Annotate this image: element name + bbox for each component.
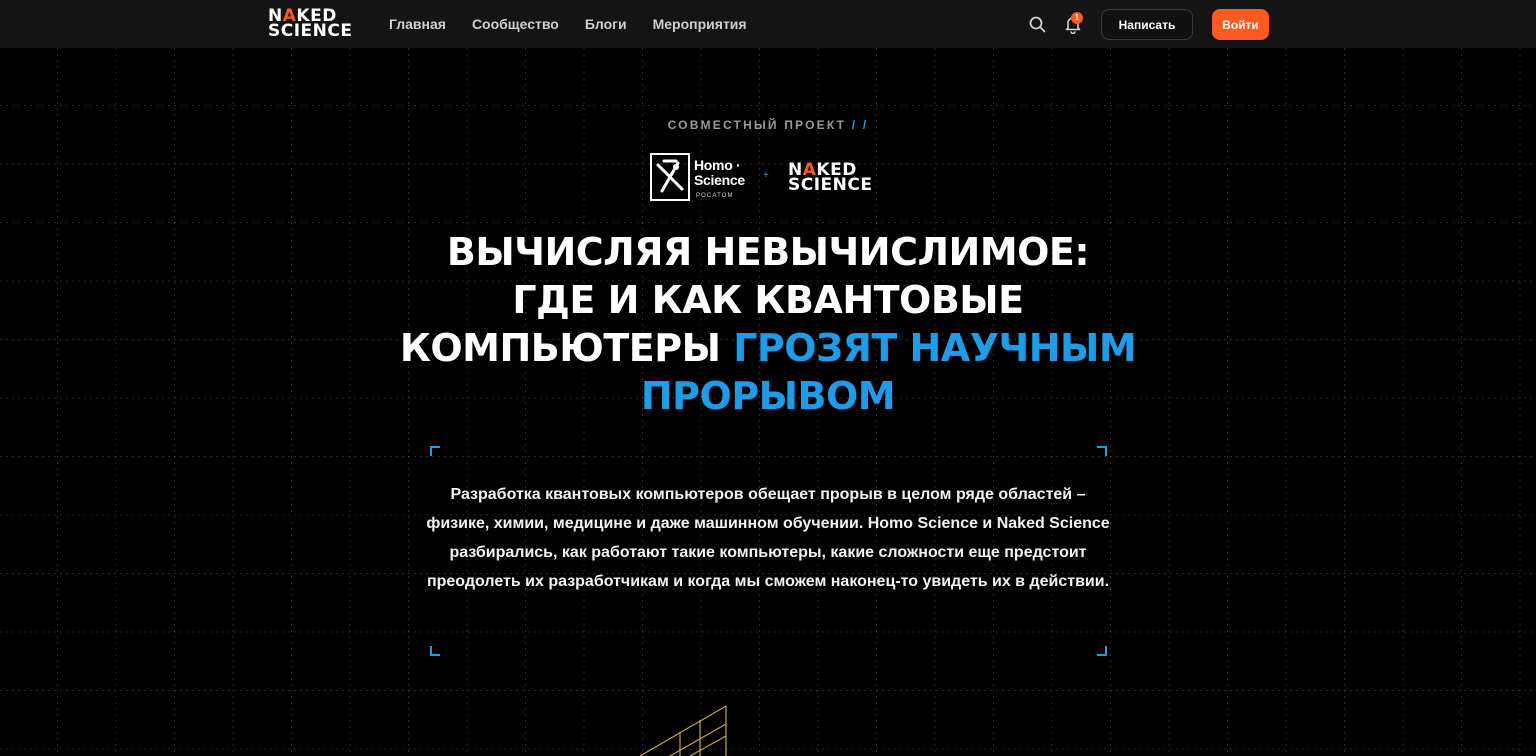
title-highlight-1: грозят научным xyxy=(733,326,1137,370)
nav-item-home[interactable]: Главная xyxy=(389,16,446,32)
nav-item-blogs[interactable]: Блоги xyxy=(585,16,627,32)
homo-science-wordmark: Homo · Science xyxy=(694,158,745,188)
login-button[interactable]: Войти xyxy=(1212,9,1269,40)
notifications-badge: 1 xyxy=(1071,12,1083,24)
search-icon[interactable] xyxy=(1029,16,1046,33)
frame-corner-bottom-left xyxy=(430,646,440,656)
project-kicker: СОВМЕСТНЫЙ ПРОЕКТ / / xyxy=(0,118,1536,132)
partner-plus: + xyxy=(763,170,769,181)
homo-science-mark-icon xyxy=(650,153,690,201)
site-logo[interactable]: NAKED SCIENCE xyxy=(268,8,366,40)
partner-logo-line-science: SCIENCE xyxy=(788,175,873,195)
homo-line: Homo · xyxy=(694,157,741,173)
naked-science-partner-logo[interactable]: NAKED SCIENCE xyxy=(788,162,888,195)
title-highlight-2: прорывом xyxy=(640,374,896,418)
main-nav: Главная Сообщество Блоги Мероприятия xyxy=(389,0,747,48)
title-line-1: Вычисляя невычислимое: xyxy=(446,230,1090,274)
partner-logos: Homo · Science РОСАТОМ + NAKED SCIENCE xyxy=(648,152,890,204)
logo-line-science: SCIENCE xyxy=(268,21,353,41)
lead-paragraph: Разработка квантовых компьютеров обещает… xyxy=(426,486,1110,590)
top-navigation-bar: NAKED SCIENCE Главная Сообщество Блоги М… xyxy=(0,0,1536,48)
kicker-text: СОВМЕСТНЫЙ ПРОЕКТ xyxy=(667,118,847,132)
rosatom-label: РОСАТОМ xyxy=(696,193,734,199)
kicker-slashes: / / xyxy=(851,118,869,132)
frame-corner-top-left xyxy=(430,446,440,456)
title-line-3: компьютеры xyxy=(399,326,721,370)
decorative-wireframe xyxy=(639,705,727,756)
nav-item-events[interactable]: Мероприятия xyxy=(653,16,747,32)
write-button[interactable]: Написать xyxy=(1101,9,1193,40)
frame-corner-bottom-right xyxy=(1097,646,1107,656)
page-title: Вычисляя невычислимое: где и как квантов… xyxy=(360,228,1176,420)
nav-item-community[interactable]: Сообщество xyxy=(472,16,559,32)
title-line-2: где и как квантовые xyxy=(512,278,1024,322)
frame-corner-top-right xyxy=(1097,446,1107,456)
science-line: Science xyxy=(694,172,745,188)
homo-science-logo[interactable]: Homo · Science РОСАТОМ xyxy=(648,152,750,204)
